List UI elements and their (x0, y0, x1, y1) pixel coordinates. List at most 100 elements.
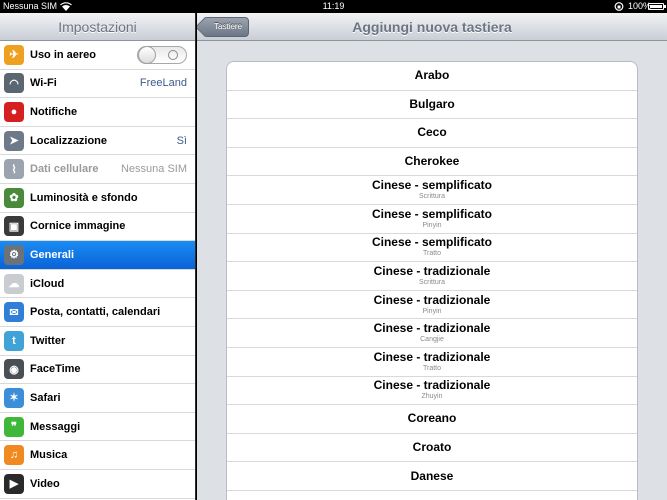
master-title: Impostazioni (0, 13, 195, 41)
keyboard-option[interactable]: Arabo (227, 62, 637, 91)
settings-item-posta-contatti-calendari[interactable]: ✉ Posta, contatti, calendari (0, 298, 195, 327)
keyboard-option[interactable]: Cherokee (227, 148, 637, 177)
facetime-icon: ◉ (4, 359, 24, 380)
keyboard-option[interactable]: Danese (227, 462, 637, 491)
toggle-off-icon (168, 49, 178, 60)
keyboard-name: Arabo (414, 68, 450, 83)
back-button-label: Tastiere (214, 22, 243, 31)
settings-item-label: Wi-Fi (30, 77, 57, 90)
settings-item-label: Posta, contatti, calendari (30, 306, 161, 319)
keyboard-name: Croato (412, 440, 452, 455)
settings-item-label: Messaggi (30, 420, 81, 433)
notifications-icon: ● (4, 101, 24, 122)
cellular-icon: ⌇ (4, 159, 24, 180)
settings-item-localizzazione[interactable]: ➤ Localizzazione Sì (0, 127, 195, 156)
keyboard-name: Cinese - semplificato (371, 178, 493, 193)
settings-item-label: Video (30, 477, 60, 490)
status-bar: Nessuna SIM 11:19 100% (0, 0, 667, 13)
brightness-icon: ✿ (4, 187, 24, 208)
messages-icon: ❞ (4, 416, 24, 437)
video-icon: ▶ (4, 473, 24, 494)
detail-title: Aggiungi nuova tastiera (352, 19, 512, 35)
keyboard-name: Cinese - tradizionale (373, 321, 491, 336)
detail-navbar: Aggiungi nuova tastiera Tastiere (197, 13, 667, 41)
keyboard-name: Danese (410, 468, 454, 483)
keyboard-detail-pane: Aggiungi nuova tastiera Tastiere Arabo Bu… (197, 13, 667, 500)
keyboard-name: Cinese - semplificato (371, 235, 493, 250)
keyboard-option[interactable]: Cinese - tradizionale Tratto (227, 348, 637, 377)
keyboard-variant: Scrittura (418, 278, 446, 286)
keyboard-variant: Pinyin (422, 221, 442, 229)
keyboard-option[interactable] (227, 491, 637, 500)
keyboard-option[interactable]: Cinese - tradizionale Pinyin (227, 291, 637, 320)
safari-icon: ✶ (4, 387, 24, 408)
settings-item-value: Sì (176, 134, 187, 147)
toggle-knob (138, 45, 156, 64)
keyboard-variant: Cangjie (420, 336, 444, 344)
keyboard-name: Cinese - tradizionale (373, 263, 491, 278)
settings-item-uso-in-aereo[interactable]: ✈ Uso in aereo (0, 41, 195, 70)
keyboard-name: Cinese - tradizionale (373, 378, 491, 393)
keyboard-option[interactable]: Cinese - semplificato Pinyin (227, 205, 637, 234)
keyboard-name: Cinese - tradizionale (373, 349, 491, 364)
settings-item-facetime[interactable]: ◉ FaceTime (0, 356, 195, 385)
settings-item-notifiche[interactable]: ● Notifiche (0, 98, 195, 127)
keyboard-name: Cherokee (404, 154, 460, 169)
keyboard-option[interactable]: Croato (227, 434, 637, 463)
keyboard-variant: Scrittura (418, 193, 446, 201)
settings-item-generali[interactable]: ⚙ Generali (0, 241, 195, 270)
keyboard-variant: Tratto (422, 364, 442, 372)
settings-item-label: Twitter (30, 334, 66, 347)
keyboard-option[interactable]: Cinese - semplificato Tratto (227, 234, 637, 263)
location-icon: ➤ (4, 130, 24, 151)
battery-icon (648, 3, 666, 10)
keyboard-option[interactable]: Cinese - tradizionale Cangjie (227, 319, 637, 348)
settings-item-label: Notifiche (30, 105, 78, 118)
settings-item-cornice-immagine[interactable]: ▣ Cornice immagine (0, 213, 195, 242)
settings-item-safari[interactable]: ✶ Safari (0, 384, 195, 413)
settings-item-icloud[interactable]: ☁ iCloud (0, 270, 195, 299)
settings-item-twitter[interactable]: t Twitter (0, 327, 195, 356)
settings-item-video[interactable]: ▶ Video (0, 470, 195, 499)
keyboard-option[interactable]: Coreano (227, 405, 637, 434)
airplane-mode-toggle[interactable] (137, 45, 187, 64)
keyboard-name: Cinese - tradizionale (373, 292, 491, 307)
settings-item-label: Dati cellulare (30, 163, 99, 176)
keyboard-name: Coreano (407, 411, 457, 426)
keyboard-option[interactable]: Cinese - tradizionale Zhuyin (227, 377, 637, 406)
settings-item-label: Generali (30, 248, 75, 261)
settings-item-label: Cornice immagine (30, 220, 126, 233)
music-icon: ♫ (4, 445, 24, 466)
settings-item-label: Localizzazione (30, 134, 108, 147)
settings-item-label: Safari (30, 391, 61, 404)
settings-item-luminosit-e-sfondo[interactable]: ✿ Luminosità e sfondo (0, 184, 195, 213)
clock: 11:19 (322, 1, 345, 11)
keyboard-variant: Tratto (422, 250, 442, 258)
mail-icon: ✉ (4, 302, 24, 323)
settings-item-label: FaceTime (30, 363, 81, 376)
settings-item-musica[interactable]: ♫ Musica (0, 441, 195, 470)
rotation-lock-icon (614, 2, 624, 11)
keyboard-option[interactable]: Ceco (227, 119, 637, 148)
airplane-icon: ✈ (4, 44, 24, 65)
keyboard-option[interactable]: Cinese - tradizionale Scrittura (227, 262, 637, 291)
keyboard-variant: Zhuyin (421, 393, 443, 401)
settings-item-messaggi[interactable]: ❞ Messaggi (0, 413, 195, 442)
settings-item-label: Musica (30, 449, 68, 462)
keyboard-list: Arabo Bulgaro Ceco Cherokee Cinese - semplif… (226, 61, 638, 500)
settings-item-label: iCloud (30, 277, 65, 290)
twitter-icon: t (4, 330, 24, 351)
settings-item-label: Uso in aereo (30, 48, 97, 61)
picture-frame-icon: ▣ (4, 216, 24, 237)
keyboard-variant: Pinyin (422, 307, 442, 315)
settings-item-wi-fi[interactable]: ◠ Wi-Fi FreeLand (0, 70, 195, 99)
icloud-icon: ☁ (4, 273, 24, 294)
keyboard-option[interactable]: Cinese - semplificato Scrittura (227, 176, 637, 205)
back-button[interactable]: Tastiere (203, 17, 250, 37)
settings-item-label: Luminosità e sfondo (30, 191, 138, 204)
settings-master-pane: Impostazioni ✈ Uso in aereo ◠ Wi-Fi FreeLand… (0, 13, 196, 500)
settings-item-value: FreeLand (139, 77, 187, 90)
keyboard-option[interactable]: Bulgaro (227, 91, 637, 120)
settings-list: ✈ Uso in aereo ◠ Wi-Fi FreeLand ● Notifiche ➤ Lo… (0, 41, 195, 499)
settings-item-dati-cellulare[interactable]: ⌇ Dati cellulare Nessuna SIM (0, 155, 195, 184)
